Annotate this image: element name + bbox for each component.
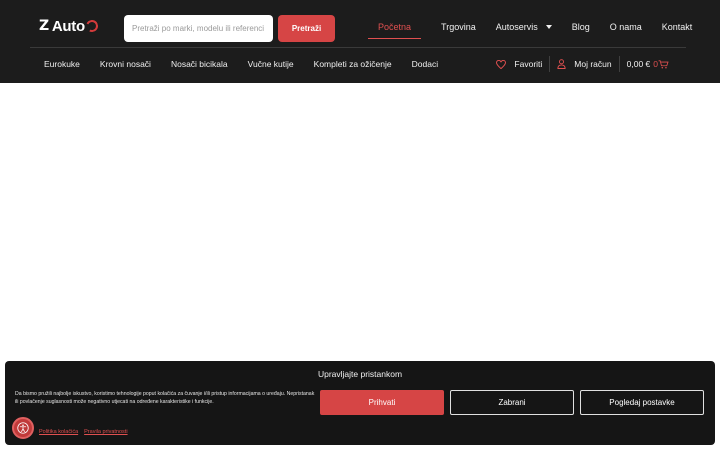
- nav-item-o-nama[interactable]: O nama: [610, 15, 642, 38]
- search-button[interactable]: Pretraži: [278, 15, 335, 42]
- category-item[interactable]: Nosači bicikala: [171, 59, 228, 69]
- account-link[interactable]: Moj račun: [557, 59, 612, 69]
- user-icon: [557, 59, 566, 69]
- cookie-consent-banner: Upravljajte pristankom Da bismo pružili …: [5, 361, 715, 445]
- category-nav: Eurokuke Krovni nosači Nosači bicikala V…: [44, 58, 458, 70]
- heart-icon: [496, 59, 507, 69]
- header-divider: [30, 47, 686, 48]
- account-label: Moj račun: [574, 59, 612, 69]
- page: Z Auto Pretraži Početna Trgovina Autoser…: [0, 0, 720, 450]
- cookie-links: Politika kolačića Pravila privatnosti: [39, 429, 134, 435]
- view-preferences-button[interactable]: Pogledaj postavke: [580, 390, 704, 415]
- logo-z-mark: Z: [39, 18, 49, 34]
- cart-total: 0,00 €: [626, 59, 651, 69]
- favorites-link[interactable]: Favoriti: [496, 59, 542, 69]
- search-input[interactable]: [124, 15, 273, 42]
- cookie-title: Upravljajte pristankom: [317, 369, 403, 379]
- main-nav: Početna Trgovina Autoservis Blog O nama …: [368, 15, 712, 39]
- nav-item-pocetna[interactable]: Početna: [368, 15, 422, 39]
- nav-item-blog[interactable]: Blog: [572, 15, 590, 38]
- accessibility-icon: [17, 422, 29, 434]
- cookie-text: Da bismo pružili najbolje iskustvo, kori…: [15, 391, 315, 405]
- category-item[interactable]: Dodaci: [412, 59, 438, 69]
- nav-item-trgovina[interactable]: Trgovina: [441, 15, 476, 38]
- cookie-policy-link[interactable]: Politika kolačića: [39, 429, 78, 435]
- nav-item-autoservis[interactable]: Autoservis: [496, 15, 552, 38]
- nav-item-kontakt[interactable]: Kontakt: [662, 15, 693, 38]
- favorites-label: Favoriti: [514, 59, 543, 69]
- site-header: Z Auto Pretraži Početna Trgovina Autoser…: [0, 0, 720, 83]
- category-item[interactable]: Krovni nosači: [100, 59, 151, 69]
- nav-item-label: Autoservis: [495, 21, 538, 32]
- accept-button[interactable]: Prihvati: [320, 390, 444, 415]
- tools-divider: [549, 56, 551, 72]
- category-item[interactable]: Eurokuke: [44, 59, 80, 69]
- user-tools: Favoriti Moj račun 0,00 € 0: [496, 56, 669, 72]
- tools-divider: [618, 56, 620, 72]
- category-item[interactable]: Kompleti za ožičenje: [314, 59, 392, 69]
- logo-text: Auto: [51, 17, 85, 35]
- cart-icon: [658, 59, 669, 69]
- category-item[interactable]: Vučne kutije: [248, 59, 294, 69]
- logo-swoosh-icon: [84, 18, 100, 34]
- deny-button[interactable]: Zabrani: [450, 390, 574, 415]
- privacy-policy-link[interactable]: Pravila privatnosti: [84, 429, 127, 435]
- chevron-down-icon: [545, 24, 552, 29]
- cart-link[interactable]: 0,00 € 0: [627, 59, 669, 69]
- logo[interactable]: Z Auto: [39, 17, 100, 35]
- accessibility-button[interactable]: [12, 417, 34, 439]
